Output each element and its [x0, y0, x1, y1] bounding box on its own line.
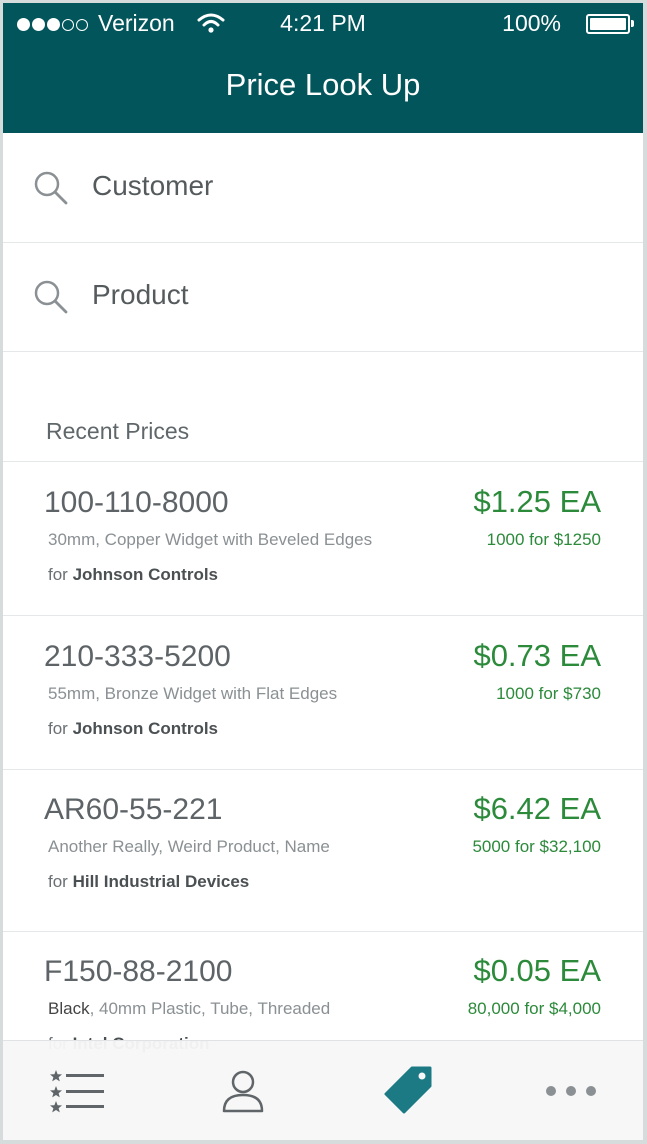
unit-price: $1.25 EA — [473, 484, 601, 519]
list-item[interactable]: 210-333-5200 55mm, Bronze Widget with Fl… — [3, 616, 643, 768]
product-search-placeholder: Product — [92, 279, 189, 310]
tab-customers[interactable] — [183, 1041, 303, 1140]
customer-search-placeholder: Customer — [92, 170, 214, 201]
unit-price: $6.42 EA — [473, 791, 601, 826]
unit-price: $0.73 EA — [473, 638, 601, 673]
list-icon — [50, 1070, 104, 1113]
product-description: 55mm, Bronze Widget with Flat Edges — [48, 684, 338, 703]
product-sku: AR60-55-221 — [44, 793, 223, 826]
product-search-field[interactable]: Product — [3, 243, 643, 352]
quantity-price: 1000 for $1250 — [486, 530, 601, 549]
more-icon — [546, 1086, 596, 1096]
battery-icon — [586, 14, 634, 34]
tab-price-lookup[interactable] — [348, 1041, 468, 1140]
customer-line: for Johnson Controls — [48, 719, 219, 738]
product-sku: 100-110-8000 — [44, 486, 229, 519]
quantity-price: 80,000 for $4,000 — [467, 999, 601, 1018]
recent-prices-heading: Recent Prices — [46, 418, 190, 444]
customer-name: Hill Industrial Devices — [72, 872, 250, 891]
tab-list[interactable] — [18, 1041, 138, 1140]
list-item[interactable]: AR60-55-221 Another Really, Weird Produc… — [3, 769, 643, 921]
list-item[interactable]: 100-110-8000 30mm, Copper Widget with Be… — [3, 462, 643, 614]
price-tag-icon — [384, 1066, 432, 1114]
search-icon — [34, 280, 68, 314]
product-sku: 210-333-5200 — [44, 640, 231, 673]
customer-name: Johnson Controls — [72, 565, 219, 584]
customer-line: for Hill Industrial Devices — [48, 872, 250, 891]
phone-screen: Verizon 4:21 PM 100% Price Look Up Custo… — [3, 3, 643, 1140]
customer-name: Johnson Controls — [72, 719, 219, 738]
quantity-price: 5000 for $32,100 — [472, 837, 601, 856]
quantity-price: 1000 for $730 — [496, 684, 601, 703]
tab-bar — [3, 1040, 643, 1140]
product-sku: F150-88-2100 — [44, 955, 233, 988]
search-icon — [34, 171, 68, 205]
battery-percent: 100% — [502, 10, 561, 36]
product-description: Another Really, Weird Product, Name — [48, 837, 330, 856]
page-title: Price Look Up — [225, 67, 421, 102]
person-icon — [222, 1070, 264, 1113]
customer-search-field[interactable]: Customer — [3, 134, 643, 243]
customer-line: for Johnson Controls — [48, 565, 219, 584]
app-header: Verizon 4:21 PM 100% Price Look Up — [3, 3, 643, 133]
status-bar: Verizon 4:21 PM 100% — [3, 3, 643, 47]
product-description: 30mm, Copper Widget with Beveled Edges — [48, 530, 373, 549]
tab-more[interactable] — [511, 1041, 631, 1140]
product-description: Black, 40mm Plastic, Tube, Threaded — [48, 999, 331, 1018]
unit-price: $0.05 EA — [473, 953, 601, 988]
